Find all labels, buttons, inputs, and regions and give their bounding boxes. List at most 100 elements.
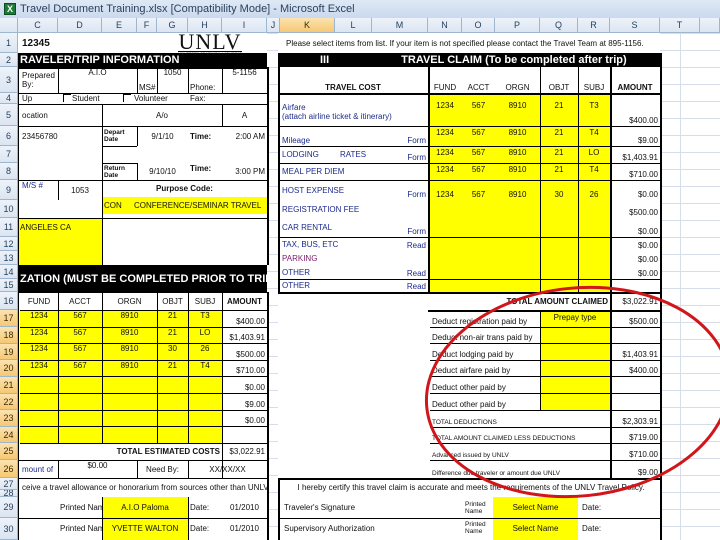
destination[interactable]: ANGELES CA bbox=[18, 218, 102, 237]
expense-code-cell[interactable] bbox=[495, 218, 540, 230]
expense-code-cell[interactable]: 1234 bbox=[428, 126, 462, 138]
expense-code-cell[interactable]: 1234 bbox=[428, 93, 462, 118]
expense-host-expense-form-link[interactable]: Form bbox=[400, 180, 428, 200]
expense-tax-bus-etc-form-link[interactable]: Read bbox=[400, 237, 428, 251]
expense-code-cell[interactable] bbox=[495, 265, 540, 277]
claim-heading-travel-cost[interactable]: TRAVEL COST bbox=[278, 67, 428, 93]
supervisor-authorization-field[interactable]: Supervisory Authorization bbox=[282, 518, 462, 538]
column-header[interactable]: P bbox=[495, 18, 540, 33]
expense-amount[interactable]: $9.00 bbox=[610, 126, 660, 146]
volunteer-checkbox[interactable] bbox=[123, 94, 131, 102]
total-claimed-label[interactable]: TOTAL AMOUNT CLAIMED bbox=[430, 292, 610, 310]
row-header[interactable]: 20 bbox=[0, 360, 18, 377]
date-label[interactable]: Date: bbox=[580, 497, 610, 518]
estimate-cell[interactable]: T3 bbox=[188, 310, 222, 327]
row-header[interactable]: 29 bbox=[0, 497, 18, 518]
estimate-cell[interactable]: $1,403.91 bbox=[222, 327, 267, 344]
expense-code-cell[interactable]: 21 bbox=[540, 146, 578, 158]
expense-tax-bus-etc-label[interactable]: TAX, BUS, ETC bbox=[280, 237, 400, 251]
estimate-cell[interactable] bbox=[58, 376, 102, 393]
total-deductions-value[interactable]: $2,303.91 bbox=[610, 410, 660, 427]
select-name-dropdown[interactable]: Select Name bbox=[493, 518, 578, 538]
expense-code-cell[interactable]: 567 bbox=[462, 163, 495, 175]
estimate-cell[interactable] bbox=[20, 426, 58, 443]
claim-heading-orgn[interactable]: ORGN bbox=[495, 67, 540, 93]
row-header[interactable]: 14 bbox=[0, 265, 18, 279]
phone-value[interactable]: 5-1156 bbox=[222, 67, 267, 93]
prepared-by-label[interactable]: Prepared By: bbox=[20, 67, 58, 93]
expense-code-cell[interactable]: 567 bbox=[462, 93, 495, 118]
deduction-label[interactable]: Deduct non-air trans paid by bbox=[430, 327, 540, 344]
expense-code-cell[interactable]: 567 bbox=[462, 188, 495, 200]
expense-other-form-link[interactable]: Read bbox=[400, 265, 428, 279]
expense-code-cell[interactable] bbox=[540, 265, 578, 277]
column-header[interactable]: R bbox=[578, 18, 610, 33]
deduction-amount[interactable] bbox=[610, 376, 660, 393]
date-label[interactable]: Date: bbox=[580, 518, 610, 538]
ms-label[interactable]: MS# bbox=[137, 67, 157, 93]
expense-car-rental-form-link[interactable]: Form bbox=[400, 218, 428, 237]
date-value[interactable]: 01/2010 bbox=[222, 518, 267, 538]
depart-time-label[interactable]: Time: bbox=[188, 126, 222, 146]
expense-amount[interactable]: $0.00 bbox=[610, 265, 660, 279]
depart-date-label[interactable]: Depart Date bbox=[102, 126, 137, 146]
estimate-cell[interactable] bbox=[102, 426, 157, 443]
row-header[interactable]: 23 bbox=[0, 410, 18, 427]
expense-mileage-form-link[interactable]: Form bbox=[400, 126, 428, 146]
column-heading-acct[interactable]: ACCT bbox=[58, 292, 102, 310]
expense-code-cell[interactable]: 21 bbox=[540, 163, 578, 175]
deduction-amount[interactable] bbox=[610, 327, 660, 344]
estimate-cell[interactable] bbox=[102, 393, 157, 410]
row-header[interactable]: 12 bbox=[0, 237, 18, 251]
estimate-cell[interactable] bbox=[157, 376, 188, 393]
prepay-type-select[interactable] bbox=[540, 376, 610, 390]
expense-code-cell[interactable]: 1234 bbox=[428, 146, 462, 158]
printed-name-label[interactable]: Printed Name bbox=[463, 497, 493, 518]
location-code[interactable]: A bbox=[222, 104, 267, 126]
row-header[interactable]: 4 bbox=[0, 93, 18, 104]
expense-code-cell[interactable] bbox=[540, 279, 578, 291]
prepay-type-select[interactable] bbox=[540, 327, 610, 341]
airfare-note[interactable]: (attach airline ticket & itinerary) bbox=[280, 111, 428, 126]
expense-code-cell[interactable]: T4 bbox=[578, 126, 610, 138]
expense-code-cell[interactable]: 8910 bbox=[495, 163, 540, 175]
expense-code-cell[interactable]: 8910 bbox=[495, 93, 540, 118]
certification-text[interactable]: I hereby certify this travel claim is ac… bbox=[282, 478, 660, 497]
estimate-cell[interactable]: $0.00 bbox=[222, 376, 267, 393]
estimate-cell[interactable]: $500.00 bbox=[222, 343, 267, 360]
estimate-cell[interactable]: 8910 bbox=[102, 343, 157, 360]
allowance-question[interactable]: ceive a travel allowance or honorarium f… bbox=[20, 478, 267, 497]
row-header[interactable]: 7 bbox=[0, 146, 18, 163]
expense-code-cell[interactable]: 26 bbox=[578, 188, 610, 200]
total-estimated-value[interactable]: $3,022.91 bbox=[222, 443, 267, 460]
total-deductions-label[interactable]: TOTAL DEDUCTIONS bbox=[430, 410, 610, 427]
volunteer-label[interactable]: Volunteer bbox=[132, 93, 187, 104]
return-date[interactable]: 9/10/10 bbox=[137, 163, 188, 180]
expense-code-cell[interactable] bbox=[462, 279, 495, 291]
traveler-signature-field[interactable]: Traveler's Signature bbox=[282, 497, 462, 518]
expense-code-cell[interactable]: 8910 bbox=[495, 146, 540, 158]
column-header[interactable]: L bbox=[335, 18, 372, 33]
excel-icon[interactable]: X bbox=[4, 3, 16, 15]
purpose-description[interactable]: CONFERENCE/SEMINAR TRAVEL bbox=[132, 197, 267, 214]
expense-code-cell[interactable] bbox=[428, 279, 462, 291]
expense-code-cell[interactable] bbox=[428, 237, 462, 249]
student-label[interactable]: Student bbox=[70, 93, 120, 104]
expense-car-rental-label[interactable]: CAR RENTAL bbox=[280, 218, 400, 237]
column-header[interactable] bbox=[700, 18, 720, 33]
row-header[interactable]: 27 bbox=[0, 478, 18, 490]
expense-amount[interactable]: $0.00 bbox=[610, 180, 660, 200]
deduction-amount[interactable]: $1,403.91 bbox=[610, 343, 660, 360]
deduction-label[interactable]: Deduct lodging paid by bbox=[430, 343, 540, 360]
expense-host-expense-label[interactable]: HOST EXPENSE bbox=[280, 180, 400, 200]
estimate-cell[interactable] bbox=[222, 426, 267, 443]
expense-amount[interactable]: $0.00 bbox=[610, 218, 660, 237]
estimate-cell[interactable]: 21 bbox=[157, 327, 188, 344]
expense-amount[interactable]: $400.00 bbox=[610, 93, 660, 126]
estimate-cell[interactable]: $710.00 bbox=[222, 360, 267, 377]
column-heading-subj[interactable]: SUBJ bbox=[188, 292, 222, 310]
deduction-amount[interactable] bbox=[610, 393, 660, 410]
estimate-cell[interactable] bbox=[188, 393, 222, 410]
expense-code-cell[interactable]: 567 bbox=[462, 146, 495, 158]
printed-name-label[interactable]: Printed Name bbox=[463, 518, 493, 538]
